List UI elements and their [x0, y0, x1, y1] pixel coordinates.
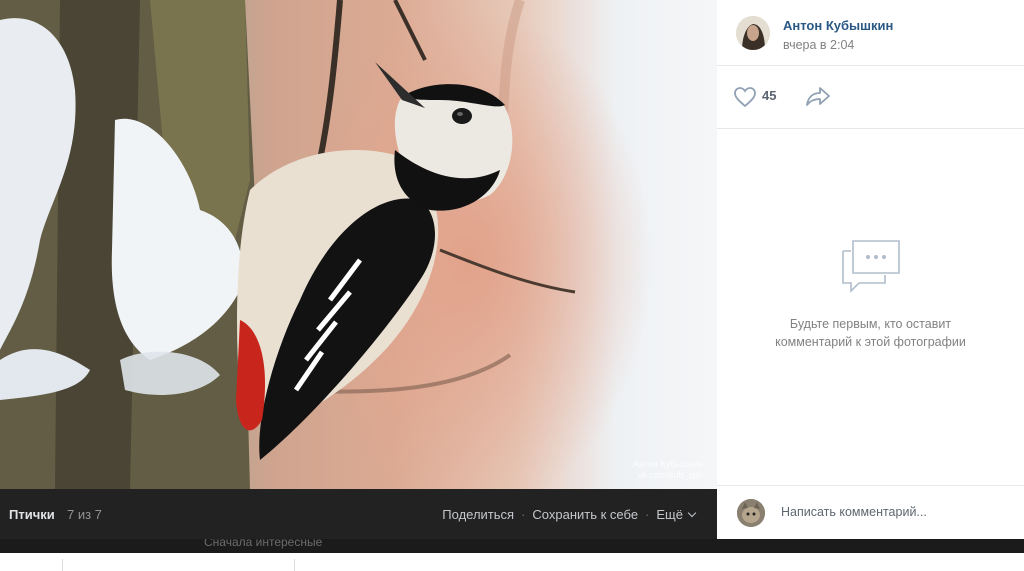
- share-arrow-icon: [806, 87, 830, 106]
- empty-line-1: Будьте первым, кто оставит: [789, 317, 952, 331]
- more-menu-button[interactable]: Ещё: [656, 507, 697, 522]
- comments-empty-state: Будьте первым, кто оставит комментарий к…: [717, 129, 1024, 485]
- divider: [62, 559, 63, 571]
- watermark-url: vk.com/kub_sph: [637, 470, 703, 480]
- share-button[interactable]: [805, 85, 831, 112]
- background-page: [0, 553, 1024, 571]
- like-count: 45: [762, 88, 777, 103]
- album-link[interactable]: Птички: [9, 507, 55, 522]
- author-name-link[interactable]: Антон Кубышкин: [783, 18, 893, 33]
- share-link[interactable]: Поделиться: [442, 507, 514, 522]
- empty-line-2: комментарий к этой фотографии: [775, 335, 966, 349]
- photo-counter: 7 из 7: [67, 507, 102, 522]
- author-avatar[interactable]: [736, 16, 770, 50]
- background-page-overlay: Сначала интересные: [0, 539, 1024, 553]
- photo-bottom-bar: Птички 7 из 7 Поделиться · Сохранить к себ…: [0, 489, 717, 539]
- divider: [294, 559, 295, 571]
- watermark-author: Антон Кубышкин: [632, 459, 703, 469]
- comment-composer: Написать комментарий...: [717, 485, 1024, 540]
- chevron-down-icon: [687, 508, 697, 518]
- photo-side-panel: Антон Кубышкин вчера в 2:04 45 Будьте пе…: [717, 0, 1024, 540]
- woodpecker-photo: [0, 0, 576, 489]
- separator-dot: ·: [521, 507, 526, 522]
- heart-icon: [734, 87, 756, 108]
- comment-bubbles-icon: [842, 240, 900, 293]
- reactions-bar: 45: [717, 66, 1024, 129]
- comment-input[interactable]: Написать комментарий...: [781, 505, 927, 519]
- separator-dot: ·: [645, 507, 650, 522]
- photo-actions: Поделиться · Сохранить к себе · Ещё: [442, 507, 697, 522]
- empty-comments-message: Будьте первым, кто оставит комментарий к…: [737, 315, 1004, 351]
- like-button[interactable]: [733, 86, 757, 113]
- photo-viewer-image[interactable]: Антон Кубышкин vk.com/kub_sph: [0, 0, 717, 489]
- feed-sort-label: Сначала интересные: [204, 539, 323, 549]
- author-header: Антон Кубышкин вчера в 2:04: [717, 0, 1024, 66]
- current-user-avatar: [737, 499, 765, 527]
- save-to-album-link[interactable]: Сохранить к себе: [532, 507, 638, 522]
- more-label: Ещё: [656, 507, 683, 522]
- photo-watermark: Антон Кубышкин vk.com/kub_sph: [633, 459, 703, 481]
- post-date[interactable]: вчера в 2:04: [783, 38, 854, 52]
